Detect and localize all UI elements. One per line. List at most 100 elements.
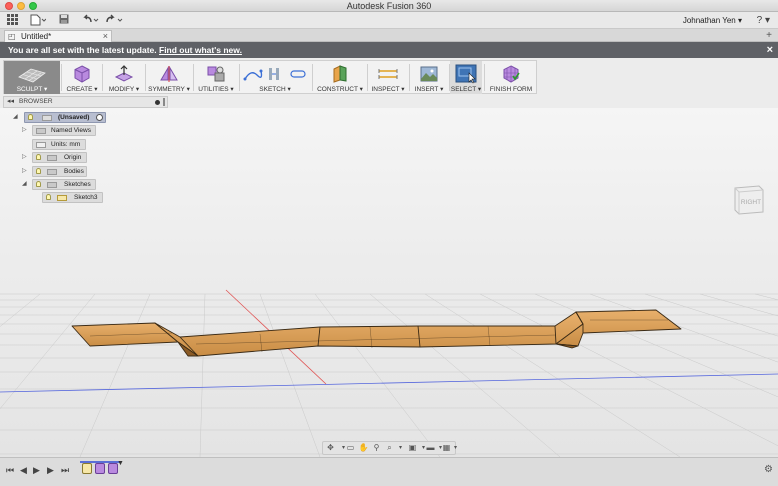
visibility-bulb-icon[interactable] [36,168,41,174]
notification-close-icon[interactable]: × [767,42,773,58]
timeline-form-feature[interactable] [95,463,105,474]
sketches-expand-icon[interactable]: ◢ [22,180,27,189]
finish-form-label: FINISH FORM [489,86,533,93]
visibility-bulb-icon[interactable] [28,114,33,120]
construct-menu[interactable]: CONSTRUCT ▾ [315,61,365,94]
canvas-drawing [0,289,778,457]
redo-icon[interactable] [105,14,125,27]
workspace-switcher-sculpt[interactable]: SCULPT ▾ [4,61,60,94]
browser-title: BROWSER [19,98,53,105]
browser-item-label: Origin [64,154,82,161]
select-label: SELECT ▾ [450,86,482,93]
modify-icon [114,65,134,86]
zoom-icon[interactable]: ⚲ [371,443,382,453]
symmetry-label: SYMMETRY ▾ [148,86,190,93]
browser-item-label: Sketch3 [74,194,98,201]
browser-resize-handle[interactable] [163,98,165,106]
named-views-expand-icon[interactable]: ▷ [22,126,27,135]
view-cube[interactable]: RIGHT [732,182,766,216]
browser-item-named-views[interactable]: Named Views [32,125,96,136]
whats-new-link[interactable]: Find out what's new. [159,45,242,55]
browser-item-origin[interactable]: Origin [32,152,87,163]
sketch-menu[interactable]: SKETCH ▾ [241,61,309,94]
browser-root-node[interactable]: (Unsaved) [24,112,106,123]
notification-text: You are all set with the latest update. [8,45,159,55]
browser-item-bodies[interactable]: Bodies [32,166,87,177]
step-back-icon[interactable]: ◀ [20,465,27,475]
sculpt-body[interactable] [71,309,682,357]
sketch-icon [57,195,67,201]
browser-item-label: Bodies [64,168,84,175]
notification-message: You are all set with the latest update. … [8,42,242,58]
select-cursor-icon [455,64,477,87]
finish-form-button[interactable]: FINISH FORM [486,61,536,94]
close-tab-icon[interactable]: × [103,31,108,42]
3d-canvas[interactable]: RIGHT [0,108,778,457]
document-settings-icon [36,142,46,148]
symmetry-menu[interactable]: SYMMETRY ▾ [147,61,191,94]
inspect-label: INSPECT ▾ [371,86,405,93]
visibility-bulb-icon[interactable] [46,194,51,200]
timeline-sketch-feature[interactable] [82,463,92,474]
browser-item-label: Sketches [64,181,91,188]
utilities-menu[interactable]: UTILITIES ▾ [195,61,237,94]
step-forward-icon[interactable]: ▶ [47,465,54,475]
go-to-end-icon[interactable]: ⏭ [61,465,69,475]
play-icon[interactable]: ▶ [33,465,40,475]
go-to-start-icon[interactable]: ⏮ [6,465,14,475]
browser-item-units[interactable]: Units: mm [32,139,86,150]
browser-item-sketches[interactable]: Sketches [32,179,96,190]
utilities-label: UTILITIES ▾ [198,86,234,93]
create-menu[interactable]: CREATE ▾ [64,61,100,94]
view-cube-icon: RIGHT [734,185,764,215]
sculpt-label: SCULPT ▾ [16,86,48,93]
orbit-icon[interactable]: ✥ [325,443,336,453]
save-icon[interactable] [59,14,69,27]
data-panel-grid-icon[interactable] [7,14,18,27]
y-axis-line [0,373,778,393]
browser-item-label: Named Views [51,127,91,134]
document-tab[interactable]: ◰ Untitled* × [4,30,112,42]
insert-menu[interactable]: INSERT ▾ [411,61,447,94]
create-box-icon [73,65,91,86]
help-menu[interactable]: ? ▾ [757,13,770,28]
sketch-icon [243,65,307,86]
sketch-label: SKETCH ▾ [259,86,291,93]
new-tab-button[interactable]: + [766,29,772,42]
document-tab-label: Untitled* [21,32,52,41]
update-notification-bar: You are all set with the latest update. … [0,42,778,58]
timeline-settings-gear-icon[interactable]: ⚙ [764,464,773,475]
navigation-bar: ✥ ▾ ▭ ✋ ⚲ ⌕ ▾ ▣ ▾ ▬ ▾ ▦ ▾ [322,441,457,455]
main-toolbar: SCULPT ▾ CREATE ▾ MODIFY ▾ SYMMETRY ▾ UT… [3,60,537,94]
browser-pin-icon[interactable] [155,100,160,105]
user-account-menu[interactable]: Johnathan Yen ▾ [683,12,742,29]
root-expand-icon[interactable]: ◢ [13,113,18,122]
modify-menu[interactable]: MODIFY ▾ [105,61,143,94]
zoom-dropdown-icon[interactable]: ▾ [395,443,406,453]
inspect-menu[interactable]: INSPECT ▾ [369,61,407,94]
collapse-browser-icon[interactable]: ◂◂ [7,97,14,107]
timeline-bar: ⏮ ◀ ▶ ▶ ⏭ ▼ ⚙ [0,457,778,486]
browser-item-label: Units: mm [51,141,81,148]
window-title: Autodesk Fusion 360 [346,1,432,11]
undo-icon[interactable] [81,14,101,27]
origin-expand-icon[interactable]: ▷ [22,153,27,162]
bodies-expand-icon[interactable]: ▷ [22,167,27,176]
folder-icon [47,182,57,188]
fit-zoom-icon[interactable]: ⌕ [384,443,395,453]
select-menu[interactable]: SELECT ▾ [450,61,482,94]
document-tab-bar: ◰ Untitled* × + [0,29,778,42]
visibility-bulb-icon[interactable] [36,181,41,187]
insert-image-icon [420,65,438,86]
activate-component-icon[interactable] [96,114,103,121]
pan-hand-icon[interactable]: ✋ [358,443,369,453]
timeline-playhead-icon[interactable]: ▼ [117,460,124,467]
visibility-bulb-icon[interactable] [36,154,41,160]
look-at-icon[interactable]: ▭ [345,443,356,453]
file-menu-icon[interactable] [30,14,47,27]
construct-label: CONSTRUCT ▾ [317,86,363,93]
browser-panel-header[interactable]: ◂◂ BROWSER [3,96,168,108]
grid-dropdown-icon[interactable]: ▾ [450,443,461,453]
browser-item-sketch3[interactable]: Sketch3 [42,192,103,203]
display-settings-icon[interactable]: ▣ [407,443,418,453]
